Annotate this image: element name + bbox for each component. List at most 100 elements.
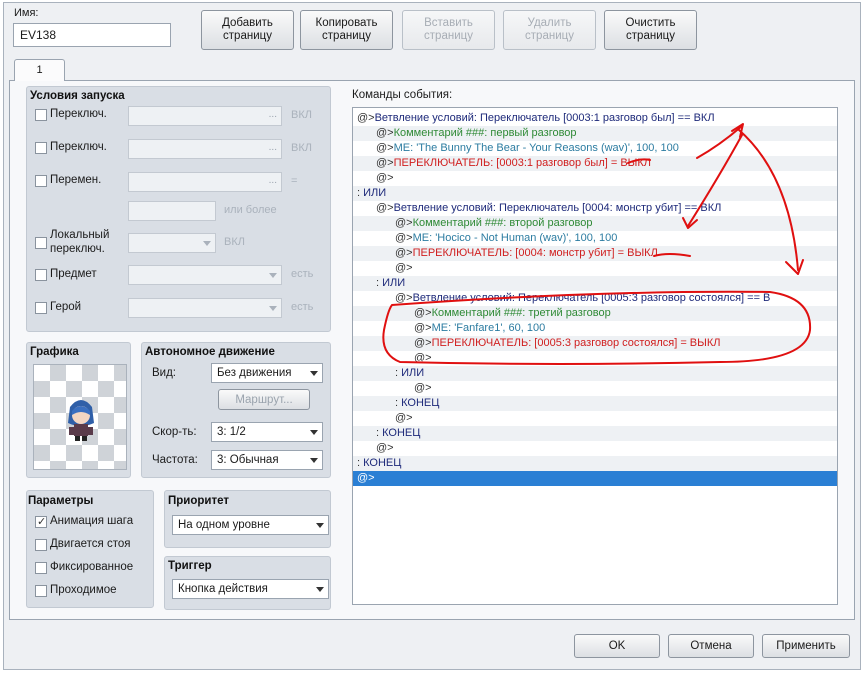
command-prefix: @>: [376, 172, 394, 184]
command-text: ИЛИ: [382, 277, 406, 289]
cancel-button[interactable]: Отмена: [668, 634, 754, 658]
direction-fix-checkbox[interactable]: [35, 562, 47, 574]
command-row[interactable]: @>ПЕРЕКЛЮЧАТЕЛЬ: [0005:3 разговор состоя…: [353, 336, 837, 351]
add-page-button[interactable]: Добавить страницу: [201, 10, 294, 50]
command-prefix: @>: [357, 112, 375, 124]
priority-select[interactable]: На одном уровне: [172, 515, 329, 535]
command-row[interactable]: @>: [353, 171, 837, 186]
command-row[interactable]: @>ME: 'Hocico - Not Human (wav)', 100, 1…: [353, 231, 837, 246]
command-prefix: @>: [414, 337, 432, 349]
priority-title: Приоритет: [168, 495, 229, 507]
local-switch-select[interactable]: [128, 233, 216, 253]
clear-page-button[interactable]: Очистить страницу: [604, 10, 697, 50]
item-select[interactable]: [128, 265, 282, 285]
move-type-label: Вид:: [152, 367, 176, 379]
command-prefix: @>: [376, 202, 394, 214]
copy-page-button[interactable]: Копировать страницу: [300, 10, 393, 50]
local-switch-label-2: переключ.: [50, 243, 105, 255]
command-row[interactable]: @>ME: 'The Bunny The Bear - Your Reasons…: [353, 141, 837, 156]
step-anim-label: Двигается стоя: [50, 538, 131, 550]
command-row[interactable]: @>: [353, 411, 837, 426]
actor-checkbox[interactable]: [35, 302, 47, 314]
switch1-on-label: ВКЛ: [291, 109, 312, 121]
through-label: Проходимое: [50, 584, 117, 596]
command-text: КОНЕЦ: [382, 427, 421, 439]
command-prefix: @>: [395, 262, 413, 274]
command-row[interactable]: @>Ветвление условий: Переключатель [0004…: [353, 201, 837, 216]
variable-checkbox[interactable]: [35, 175, 47, 187]
command-text: Ветвление условий: Переключатель [0003:1…: [374, 112, 715, 124]
command-row[interactable]: @>Ветвление условий: Переключатель [0005…: [353, 291, 837, 306]
command-prefix: @>: [395, 232, 413, 244]
speed-select[interactable]: 3: 1/2: [211, 422, 323, 442]
command-row[interactable]: @>: [353, 441, 837, 456]
actor-has-label: есть: [291, 301, 314, 313]
command-row[interactable]: @>Комментарий ###: первый разговор: [353, 126, 837, 141]
command-text: ПЕРЕКЛЮЧАТЕЛЬ: [0003:1 разговор был] = В…: [393, 157, 652, 169]
command-row[interactable]: @>: [353, 471, 837, 486]
command-row[interactable]: @>Комментарий ###: третий разговор: [353, 306, 837, 321]
command-text: ME: 'Hocico - Not Human (wav)', 100, 100: [412, 232, 618, 244]
event-name-input[interactable]: EV138: [13, 23, 171, 47]
switch2-checkbox[interactable]: [35, 142, 47, 154]
character-sprite-icon: [68, 400, 94, 441]
command-text: Ветвление условий: Переключатель [0004: …: [393, 202, 722, 214]
command-row[interactable]: @>: [353, 381, 837, 396]
command-row[interactable]: @>ПЕРЕКЛЮЧАТЕЛЬ: [0004: монстр убит] = В…: [353, 246, 837, 261]
through-checkbox[interactable]: [35, 585, 47, 597]
variable-field[interactable]: ...: [128, 172, 282, 192]
command-prefix: @>: [376, 142, 394, 154]
command-row[interactable]: @>: [353, 351, 837, 366]
command-row[interactable]: : ИЛИ: [353, 276, 837, 291]
switch1-field[interactable]: ...: [128, 106, 282, 126]
switch1-label: Переключ.: [50, 108, 107, 120]
command-row[interactable]: : ИЛИ: [353, 366, 837, 381]
or-more-label: или более: [224, 204, 277, 216]
delete-page-button[interactable]: Удалить страницу: [503, 10, 596, 50]
command-row[interactable]: @>ME: 'Fanfare1', 60, 100: [353, 321, 837, 336]
variable-eq-label: =: [291, 175, 298, 187]
apply-button[interactable]: Применить: [762, 634, 850, 658]
command-row[interactable]: @>Комментарий ###: второй разговор: [353, 216, 837, 231]
step-anim-checkbox[interactable]: [35, 539, 47, 551]
commands-label: Команды события:: [352, 89, 453, 101]
command-row[interactable]: : ИЛИ: [353, 186, 837, 201]
item-label: Предмет: [50, 268, 97, 280]
ok-button[interactable]: OK: [574, 634, 660, 658]
command-row[interactable]: : КОНЕЦ: [353, 426, 837, 441]
walk-anim-checkbox[interactable]: [35, 516, 47, 528]
command-text: ME: 'The Bunny The Bear - Your Reasons (…: [393, 142, 679, 154]
autonomous-title: Автономное движение: [145, 346, 275, 358]
command-prefix: @>: [414, 382, 432, 394]
tab-page-1[interactable]: 1: [14, 59, 65, 81]
command-row[interactable]: @>ПЕРЕКЛЮЧАТЕЛЬ: [0003:1 разговор был] =…: [353, 156, 837, 171]
command-prefix: @>: [395, 412, 413, 424]
command-text: КОНЕЦ: [401, 397, 440, 409]
command-text: ИЛИ: [363, 187, 387, 199]
route-button[interactable]: Маршрут...: [218, 389, 310, 410]
command-row[interactable]: @>: [353, 261, 837, 276]
frequency-select[interactable]: 3: Обычная: [211, 450, 323, 470]
command-text: ПЕРЕКЛЮЧАТЕЛЬ: [0005:3 разговор состоялс…: [431, 337, 721, 349]
command-prefix: @>: [395, 292, 413, 304]
command-prefix: @>: [395, 217, 413, 229]
local-switch-checkbox[interactable]: [35, 237, 47, 249]
command-row[interactable]: : КОНЕЦ: [353, 456, 837, 471]
command-list[interactable]: @>Ветвление условий: Переключатель [0003…: [352, 107, 838, 605]
actor-label: Герой: [50, 301, 82, 313]
switch1-checkbox[interactable]: [35, 109, 47, 121]
paste-page-button[interactable]: Вставить страницу: [402, 10, 495, 50]
options-title: Параметры: [28, 495, 94, 507]
item-has-label: есть: [291, 268, 314, 280]
switch2-field[interactable]: ...: [128, 139, 282, 159]
trigger-select[interactable]: Кнопка действия: [172, 579, 329, 599]
item-checkbox[interactable]: [35, 269, 47, 281]
command-row[interactable]: @>Ветвление условий: Переключатель [0003…: [353, 111, 837, 126]
variable-value-spinner[interactable]: [128, 201, 216, 221]
command-prefix: @>: [414, 322, 432, 334]
actor-select[interactable]: [128, 298, 282, 318]
move-type-select[interactable]: Без движения: [211, 363, 323, 383]
event-graphic-preview[interactable]: [33, 364, 127, 470]
command-row[interactable]: : КОНЕЦ: [353, 396, 837, 411]
command-text: Комментарий ###: третий разговор: [431, 307, 611, 319]
